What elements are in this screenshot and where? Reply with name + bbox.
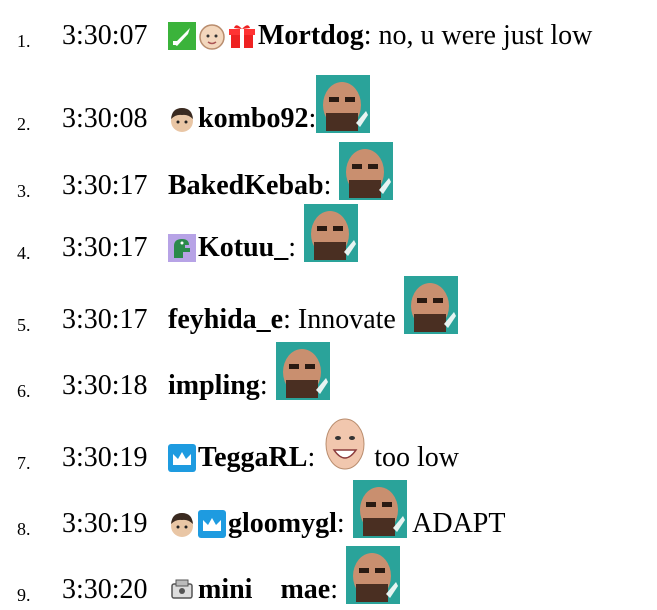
- message-number: 5.: [17, 315, 31, 335]
- message-timestamp: 3:30:20: [62, 574, 148, 605]
- username[interactable]: mini mae: [198, 576, 330, 604]
- message-text: ADAPT: [406, 508, 506, 539]
- message-number: 2.: [17, 114, 31, 134]
- message-number: 8.: [17, 519, 31, 539]
- dark-hair-badge-icon: [171, 513, 193, 537]
- chat-message: 4. 3:30:17 Kotuu_:: [0, 202, 657, 262]
- bearded-face-emote: [352, 480, 407, 538]
- username[interactable]: kombo92: [198, 105, 308, 133]
- chat-message: 1. 3:30:07 Mortdog: no, u were just low: [17, 20, 593, 51]
- username[interactable]: gloomygl: [228, 510, 337, 538]
- username[interactable]: impling: [168, 372, 260, 400]
- message-timestamp: 3:30:08: [62, 103, 148, 134]
- baby-face-badge-icon: [199, 24, 225, 50]
- bearded-face-emote: [304, 204, 359, 262]
- chat-message: 7. 3:30:19 TeggaRL: too low: [0, 412, 657, 472]
- message-timestamp: 3:30:17: [62, 232, 148, 263]
- gadget-badge-icon: [171, 579, 193, 599]
- username[interactable]: feyhida_e: [168, 306, 283, 334]
- dark-hair-badge-icon: [171, 108, 193, 132]
- message-text: Innovate: [290, 304, 396, 335]
- smiling-bald-face-emote: [325, 418, 365, 470]
- message-number: 1.: [17, 31, 31, 51]
- chat-message: 9. 3:30:20 mini mae:: [0, 544, 657, 604]
- message-timestamp: 3:30:17: [62, 170, 148, 201]
- chat-message: 2. 3:30:08 kombo92:: [0, 73, 657, 133]
- bearded-face-emote: [316, 75, 371, 133]
- message-timestamp: 3:30:17: [62, 304, 148, 335]
- dino-badge-icon: [168, 234, 196, 262]
- username[interactable]: Mortdog: [258, 22, 364, 50]
- bearded-face-emote: [346, 546, 400, 604]
- bearded-face-emote: [275, 342, 330, 400]
- message-number: 7.: [17, 453, 31, 473]
- username[interactable]: Kotuu_: [198, 234, 288, 262]
- message-timestamp: 3:30:18: [62, 370, 148, 401]
- message-text: too low: [367, 442, 459, 473]
- message-timestamp: 3:30:07: [62, 20, 148, 51]
- crown-badge-icon: [168, 444, 196, 472]
- sword-badge-icon: [168, 22, 196, 50]
- message-timestamp: 3:30:19: [62, 508, 148, 539]
- bearded-face-emote: [339, 142, 394, 200]
- message-number: 4.: [17, 243, 31, 263]
- bearded-face-emote: [403, 276, 458, 334]
- chat-message: 6. 3:30:18 impling:: [0, 340, 657, 400]
- chat-log: 1. 3:30:07 Mortdog: no, u were just low …: [0, 0, 657, 610]
- message-number: 9.: [17, 585, 31, 605]
- username[interactable]: BakedKebab: [168, 172, 324, 200]
- chat-message: 3. 3:30:17 BakedKebab:: [0, 140, 657, 200]
- gift-badge-icon: [229, 25, 255, 48]
- message-number: 6.: [17, 381, 31, 401]
- chat-message: 8. 3:30:19 gloomygl: ADAPT: [0, 478, 657, 538]
- message-timestamp: 3:30:19: [62, 442, 148, 473]
- crown-badge-icon: [198, 510, 226, 538]
- message-text: no, u were just low: [371, 20, 593, 51]
- username[interactable]: TeggaRL: [198, 444, 307, 472]
- message-number: 3.: [17, 181, 31, 201]
- chat-message: 5. 3:30:17 feyhida_e: Innovate: [0, 274, 657, 334]
